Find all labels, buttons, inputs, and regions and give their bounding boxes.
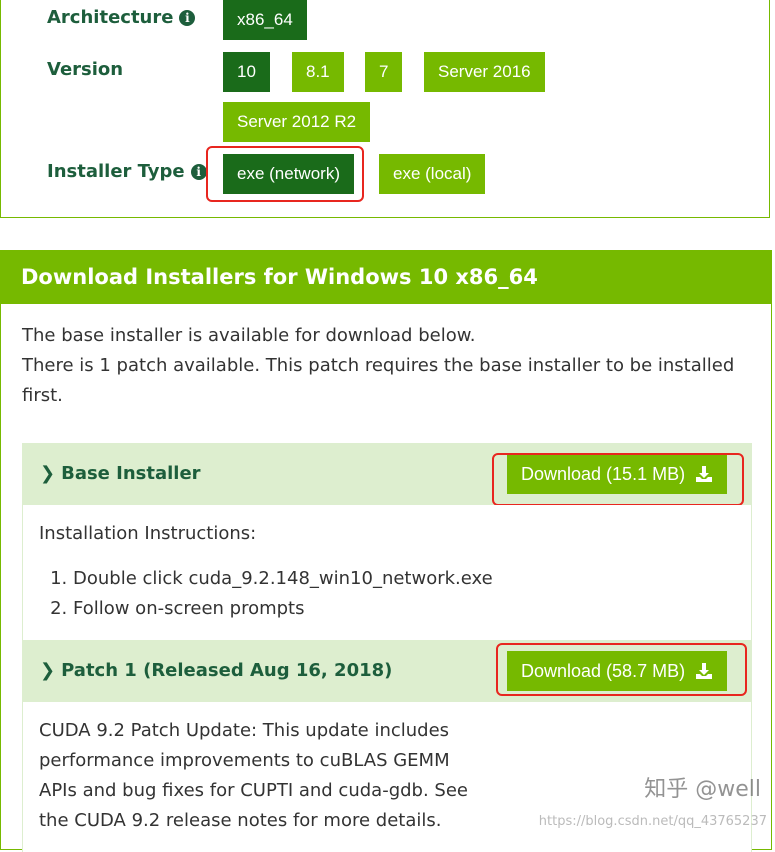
patch-desc-line-3: APIs and bug fixes for CUPTI and cuda-gd…: [39, 780, 468, 801]
installer-type-label: Installer Type i: [47, 161, 207, 182]
version-option-server-2012-r2[interactable]: Server 2012 R2: [223, 102, 371, 142]
base-installer-title[interactable]: ❯ Base Installer: [40, 443, 201, 505]
chevron-right-icon: ❯: [40, 463, 56, 484]
intro-line-1: The base installer is available for down…: [22, 325, 476, 346]
intro-line-3: first.: [22, 385, 63, 406]
patch-title[interactable]: ❯ Patch 1 (Released Aug 16, 2018): [40, 640, 392, 702]
arch-option-x86_64[interactable]: x86_64: [223, 0, 307, 40]
info-icon[interactable]: i: [179, 9, 196, 26]
base-installer-content: Installation Instructions: Double click …: [22, 505, 752, 641]
architecture-label: Architecture i: [47, 7, 196, 28]
watermark-url: https://blog.csdn.net/qq_43765237: [538, 814, 767, 829]
version-option-server-2016[interactable]: Server 2016: [424, 52, 545, 92]
patch-desc-line-4: the CUDA 9.2 release notes for more deta…: [39, 810, 442, 831]
watermark: 知乎 @well: [644, 777, 761, 802]
instructions-list: Double click cuda_9.2.148_win10_network.…: [39, 564, 493, 624]
highlight-box: [492, 453, 744, 506]
chevron-right-icon: ❯: [40, 660, 56, 681]
list-item: Double click cuda_9.2.148_win10_network.…: [73, 564, 493, 594]
selector-panel: Architecture i x86_64 Version 10 8.1 7 S…: [0, 0, 770, 218]
highlight-box: [206, 146, 364, 202]
instructions-heading: Installation Instructions:: [39, 523, 257, 544]
patch-desc-line-1: CUDA 9.2 Patch Update: This update inclu…: [39, 720, 450, 741]
installer-option-exe-local[interactable]: exe (local): [379, 154, 486, 194]
patch-content: CUDA 9.2 Patch Update: This update inclu…: [22, 702, 752, 852]
version-option-7[interactable]: 7: [365, 52, 403, 92]
version-option-8-1[interactable]: 8.1: [292, 52, 344, 92]
version-option-10[interactable]: 10: [223, 52, 270, 92]
patch-desc-line-2: performance improvements to cuBLAS GEMM: [39, 750, 450, 771]
highlight-box: [496, 643, 747, 696]
download-panel: Download Installers for Windows 10 x86_6…: [0, 250, 772, 852]
version-label: Version: [47, 59, 124, 80]
info-icon[interactable]: i: [190, 163, 207, 180]
intro-line-2: There is 1 patch available. This patch r…: [22, 355, 735, 376]
list-item: Follow on-screen prompts: [73, 594, 493, 624]
download-header: Download Installers for Windows 10 x86_6…: [1, 251, 771, 304]
